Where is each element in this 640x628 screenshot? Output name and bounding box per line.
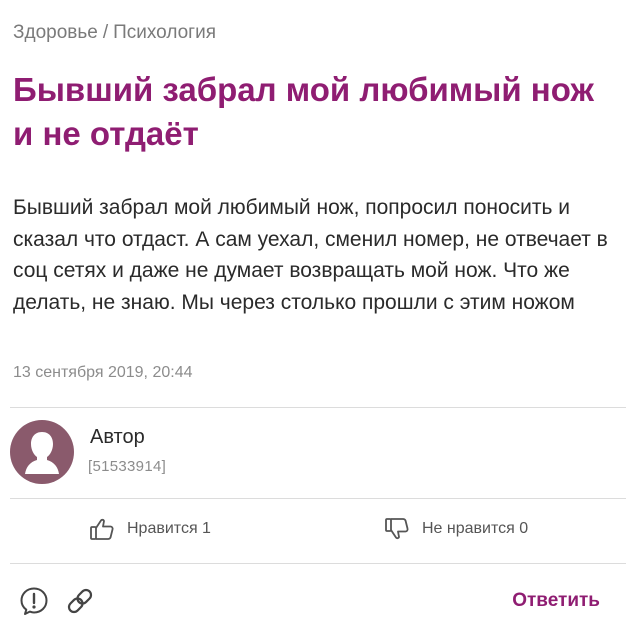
breadcrumb-subcategory[interactable]: Психология (113, 22, 216, 43)
divider (10, 563, 626, 564)
post-title: Бывший забрал мой любимый нож и не отдаё… (13, 71, 594, 152)
breadcrumb: Здоровье / Психология (13, 22, 216, 44)
post-body: Бывший забрал мой любимый нож, попросил … (13, 196, 608, 314)
thumbs-up-icon (90, 518, 114, 540)
reply-button[interactable]: Ответить (512, 590, 600, 612)
link-button[interactable] (64, 585, 96, 617)
breadcrumb-category[interactable]: Здоровье (13, 22, 98, 43)
avatar (10, 420, 74, 484)
thumbs-down-icon (385, 518, 409, 540)
divider (10, 498, 626, 499)
like-label: Нравится 1 (127, 520, 211, 537)
like-button[interactable]: Нравится 1 (89, 514, 211, 544)
author-name[interactable]: Автор (90, 426, 145, 449)
link-icon (67, 588, 93, 614)
post-date: 13 сентября 2019, 20:44 (13, 364, 193, 381)
dislike-label: Не нравится 0 (422, 520, 529, 537)
user-silhouette-icon (25, 432, 59, 474)
breadcrumb-separator: / (102, 22, 109, 43)
dislike-button[interactable]: Не нравится 0 (384, 514, 528, 544)
exclamation-circle-icon (20, 587, 48, 615)
report-button[interactable] (18, 585, 50, 617)
divider (10, 407, 626, 408)
author-id: [51533914] (88, 458, 167, 475)
